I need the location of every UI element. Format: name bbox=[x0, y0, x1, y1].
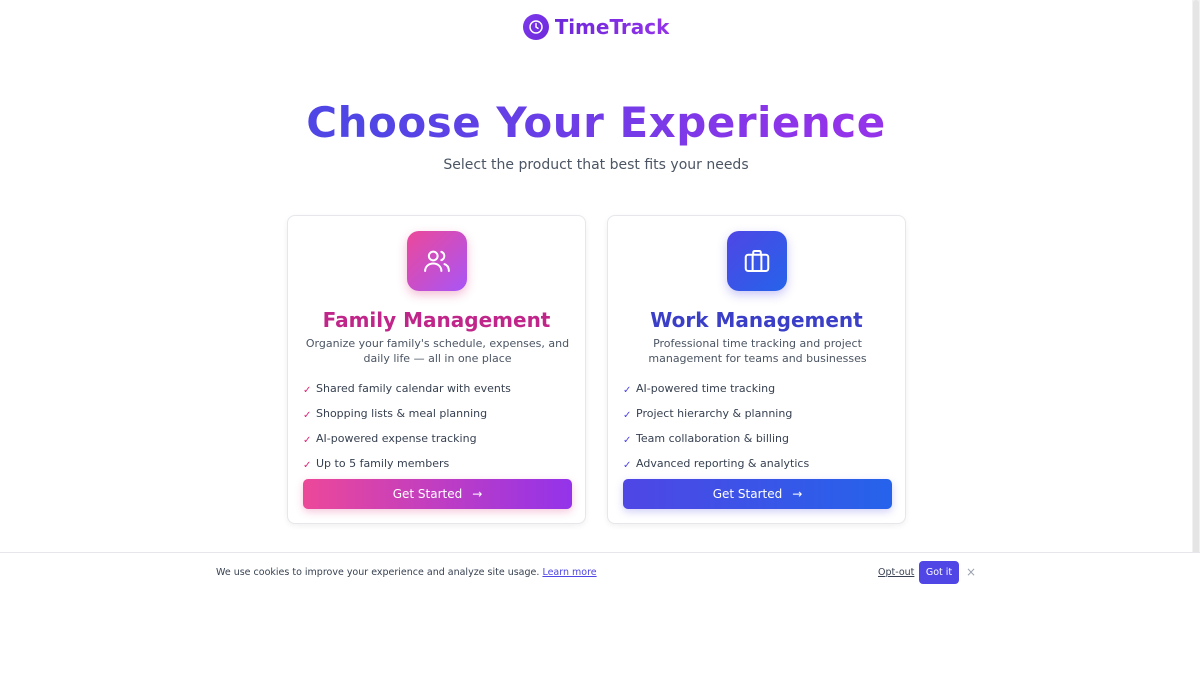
arrow-right-icon: → bbox=[792, 487, 803, 501]
feature-item: ✓ AI-powered expense tracking bbox=[303, 426, 573, 451]
button-label: Get Started bbox=[712, 487, 783, 501]
learn-more-link[interactable]: Learn more bbox=[542, 567, 596, 578]
accept-cookies-button[interactable]: Got it bbox=[919, 561, 959, 584]
cookie-banner: We use cookies to improve your experienc… bbox=[0, 552, 1200, 592]
feature-label: Advanced reporting & analytics bbox=[636, 457, 810, 470]
check-icon: ✓ bbox=[623, 460, 632, 471]
feature-label: Shopping lists & meal planning bbox=[316, 407, 488, 420]
check-icon: ✓ bbox=[623, 410, 632, 421]
feature-list: ✓ Shared family calendar with events ✓ Sho… bbox=[303, 376, 573, 476]
feature-list: ✓ AI-powered time tracking ✓ Project hiera… bbox=[623, 376, 893, 476]
work-get-started-button[interactable]: Get Started → bbox=[623, 479, 892, 509]
feature-label: Shared family calendar with events bbox=[316, 382, 511, 395]
button-label: Get Started bbox=[392, 487, 463, 501]
clock-icon bbox=[522, 14, 549, 40]
feature-item: ✓ Shared family calendar with events bbox=[303, 376, 573, 401]
feature-label: AI-powered expense tracking bbox=[316, 432, 477, 445]
card-description: Professional time tracking and project m… bbox=[648, 337, 867, 365]
feature-label: Up to 5 family members bbox=[316, 457, 450, 470]
page-subtitle: Select the product that best fits your n… bbox=[443, 157, 749, 173]
feature-label: Team collaboration & billing bbox=[636, 432, 789, 445]
check-icon: ✓ bbox=[303, 460, 312, 471]
scrollbar-thumb[interactable] bbox=[1193, 0, 1199, 565]
close-icon[interactable]: × bbox=[966, 565, 976, 579]
feature-item: ✓ AI-powered time tracking bbox=[623, 376, 893, 401]
card-title: Family Management bbox=[322, 308, 551, 332]
users-icon bbox=[407, 231, 467, 291]
cookie-message-text: We use cookies to improve your experienc… bbox=[216, 567, 540, 578]
feature-item: ✓ Shopping lists & meal planning bbox=[303, 401, 573, 426]
check-icon: ✓ bbox=[623, 385, 632, 396]
feature-label: AI-powered time tracking bbox=[636, 382, 776, 395]
work-management-card: Work Management Professional time tracki… bbox=[607, 215, 906, 524]
briefcase-icon bbox=[727, 231, 787, 291]
feature-item: ✓ Project hierarchy & planning bbox=[623, 401, 893, 426]
cookie-message: We use cookies to improve your experienc… bbox=[216, 567, 597, 578]
feature-label: Project hierarchy & planning bbox=[636, 407, 793, 420]
feature-item: ✓ Up to 5 family members bbox=[303, 451, 573, 476]
check-icon: ✓ bbox=[303, 385, 312, 396]
page-title: Choose Your Experience bbox=[0, 98, 1192, 147]
page-scrollbar[interactable] bbox=[1192, 0, 1200, 565]
card-title: Work Management bbox=[650, 308, 863, 332]
feature-item: ✓ Team collaboration & billing bbox=[623, 426, 893, 451]
brand-header: TimeTrack bbox=[0, 14, 1192, 40]
opt-out-link[interactable]: Opt-out bbox=[878, 567, 914, 578]
check-icon: ✓ bbox=[623, 435, 632, 446]
card-description: Organize your family's schedule, expense… bbox=[305, 337, 570, 365]
arrow-right-icon: → bbox=[472, 487, 483, 501]
brand-name: TimeTrack bbox=[554, 15, 670, 39]
feature-item: ✓ Advanced reporting & analytics bbox=[623, 451, 893, 476]
family-get-started-button[interactable]: Get Started → bbox=[303, 479, 572, 509]
check-icon: ✓ bbox=[303, 435, 312, 446]
check-icon: ✓ bbox=[303, 410, 312, 421]
family-management-card: Family Management Organize your family's… bbox=[287, 215, 586, 524]
